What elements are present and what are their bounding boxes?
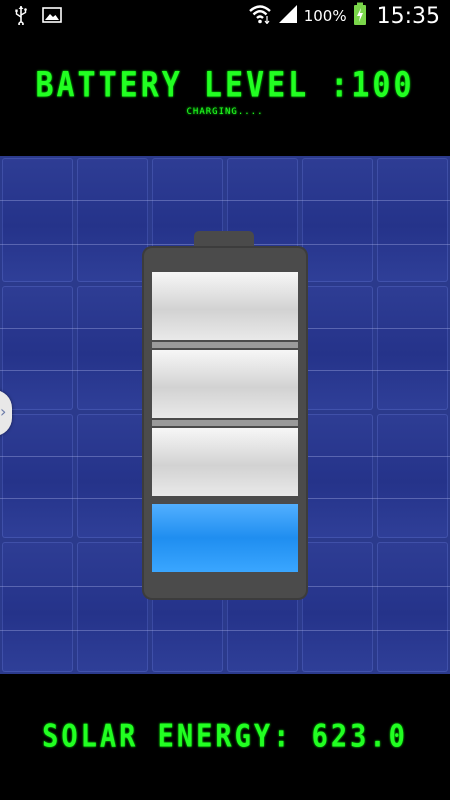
- battery-indicator: [144, 248, 306, 598]
- battery-segment-1: [152, 504, 298, 572]
- chevron-right-icon: ›: [0, 402, 7, 421]
- status-bar-notifications: [14, 5, 62, 29]
- battery-charging-icon: [353, 2, 367, 30]
- battery-percent: 100%: [303, 7, 347, 25]
- battery-level-title: BATTERY LEVEL :100: [35, 65, 415, 106]
- status-bar: 100% 15:35: [0, 0, 450, 32]
- usb-icon: [14, 5, 28, 29]
- battery-segment-4: [152, 272, 298, 340]
- wifi-icon: [248, 4, 272, 28]
- status-bar-system: 100% 15:35: [248, 0, 440, 32]
- image-icon: [42, 6, 62, 28]
- charging-status: CHARGING....: [186, 107, 264, 117]
- clock: 15:35: [376, 3, 440, 29]
- battery-segment-2: [152, 428, 298, 496]
- solar-energy-readout: SOLAR ENERGY: 623.0: [42, 718, 408, 755]
- signal-icon: [278, 4, 298, 28]
- app-screen: 100% 15:35 BATTERY LEVEL :100 CHARGING..…: [0, 0, 450, 800]
- battery-segment-3: [152, 350, 298, 418]
